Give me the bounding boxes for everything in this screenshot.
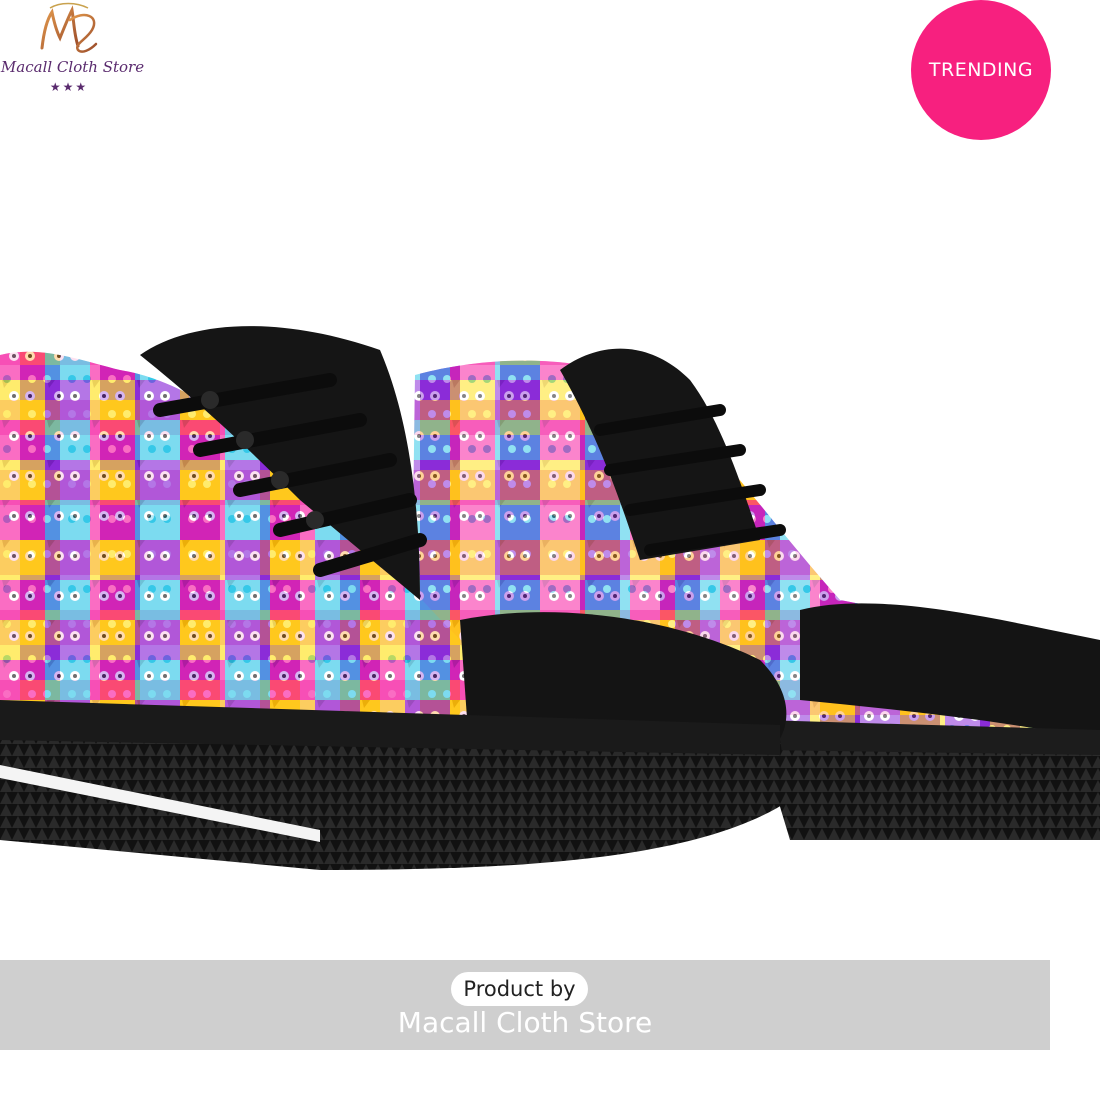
logo-monogram-icon <box>40 2 98 53</box>
logo-stars: ★★★ <box>49 80 89 94</box>
logo-store-name: Macall Cloth Store <box>0 58 145 76</box>
footer-store-name[interactable]: Macall Cloth Store <box>0 1006 1050 1039</box>
trending-badge: TRENDING <box>911 0 1051 140</box>
store-logo[interactable]: Macall Cloth Store ★★★ <box>0 0 150 100</box>
product-by-label: Product by <box>451 972 588 1006</box>
product-image <box>0 326 1100 870</box>
